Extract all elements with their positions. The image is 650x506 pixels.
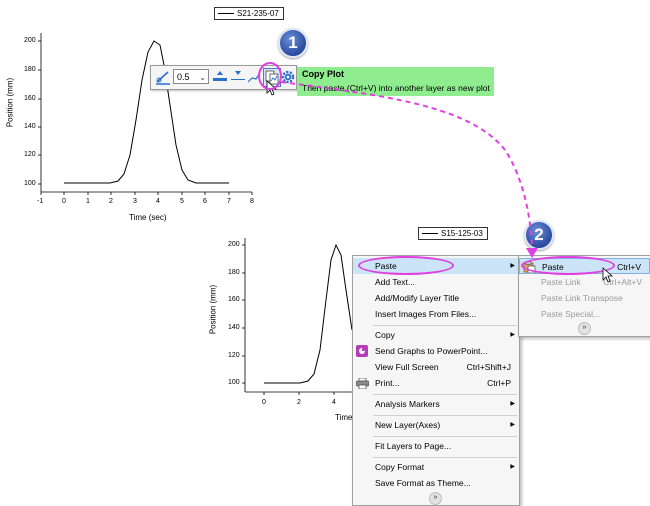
menu-item-add-modify-layer-title[interactable]: Add/Modify Layer Title xyxy=(353,290,519,306)
step-2-badge: 2 xyxy=(524,220,554,250)
ytick-bottom: 200 xyxy=(228,241,240,248)
plot-bottom[interactable] xyxy=(0,0,360,430)
menu-separator xyxy=(373,436,517,437)
submenu-arrow-icon: ▶ xyxy=(510,332,515,338)
submenu-item-paste-link-transpose[interactable]: Paste Link Transpose xyxy=(519,290,650,306)
xtick-bottom: 0 xyxy=(262,399,266,406)
ytick-bottom: 160 xyxy=(228,296,240,303)
printer-icon xyxy=(356,378,369,389)
menu-item-copy[interactable]: Copy ▶ xyxy=(353,327,519,343)
submenu-arrow-icon: ▶ xyxy=(510,464,515,470)
menu-item-save-format-theme[interactable]: Save Format as Theme... xyxy=(353,475,519,491)
y-ticks-bottom xyxy=(242,244,245,384)
x-ticks-bottom xyxy=(263,392,335,395)
ylabel-bottom: Position (mm) xyxy=(208,284,218,335)
menu-item-fit-layers[interactable]: Fit Layers to Page... xyxy=(353,438,519,454)
submenu-item-paste-link[interactable]: Paste Link Ctrl+Alt+V xyxy=(519,274,650,290)
menu-item-print[interactable]: Print... Ctrl+P xyxy=(353,375,519,391)
context-menu: Paste ▶ Add Text... Add/Modify Layer Tit… xyxy=(352,255,520,506)
mouse-cursor-icon xyxy=(602,267,614,283)
submenu-arrow-icon: ▶ xyxy=(510,263,515,269)
submenu-paste-highlight-ellipse xyxy=(521,256,615,275)
expand-submenu-icon[interactable]: » xyxy=(578,322,591,335)
legend-line-swatch xyxy=(422,233,438,235)
xlabel-bottom: Time xyxy=(335,413,353,422)
xtick-bottom: 2 xyxy=(297,399,301,406)
menu-item-new-layer[interactable]: New Layer(Axes) ▶ xyxy=(353,417,519,433)
menu-item-view-full-screen[interactable]: View Full Screen Ctrl+Shift+J xyxy=(353,359,519,375)
expand-menu-icon[interactable]: » xyxy=(429,492,442,505)
paste-highlight-ellipse xyxy=(358,256,454,275)
legend-bottom[interactable]: S15-125-03 xyxy=(418,227,488,240)
ytick-bottom: 180 xyxy=(228,269,240,276)
menu-item-insert-images[interactable]: Insert Images From Files... xyxy=(353,306,519,322)
menu-item-send-to-powerpoint[interactable]: Send Graphs to PowerPoint... xyxy=(353,343,519,359)
menu-separator xyxy=(373,394,517,395)
submenu-arrow-icon: ▶ xyxy=(510,401,515,407)
ytick-bottom: 140 xyxy=(228,324,240,331)
xtick-bottom: 4 xyxy=(332,399,336,406)
menu-separator xyxy=(373,325,517,326)
powerpoint-icon xyxy=(356,345,368,357)
data-curve-bottom xyxy=(264,243,353,384)
ytick-bottom: 120 xyxy=(228,352,240,359)
submenu-arrow-icon: ▶ xyxy=(510,422,515,428)
menu-separator xyxy=(373,415,517,416)
ytick-bottom: 100 xyxy=(228,379,240,386)
menu-item-copy-format[interactable]: Copy Format ▶ xyxy=(353,459,519,475)
menu-item-analysis-markers[interactable]: Analysis Markers ▶ xyxy=(353,396,519,412)
menu-item-add-text[interactable]: Add Text... xyxy=(353,274,519,290)
submenu-item-paste-special[interactable]: Paste Special... xyxy=(519,306,650,322)
legend-bottom-text: S15-125-03 xyxy=(441,229,483,238)
menu-separator xyxy=(373,457,517,458)
